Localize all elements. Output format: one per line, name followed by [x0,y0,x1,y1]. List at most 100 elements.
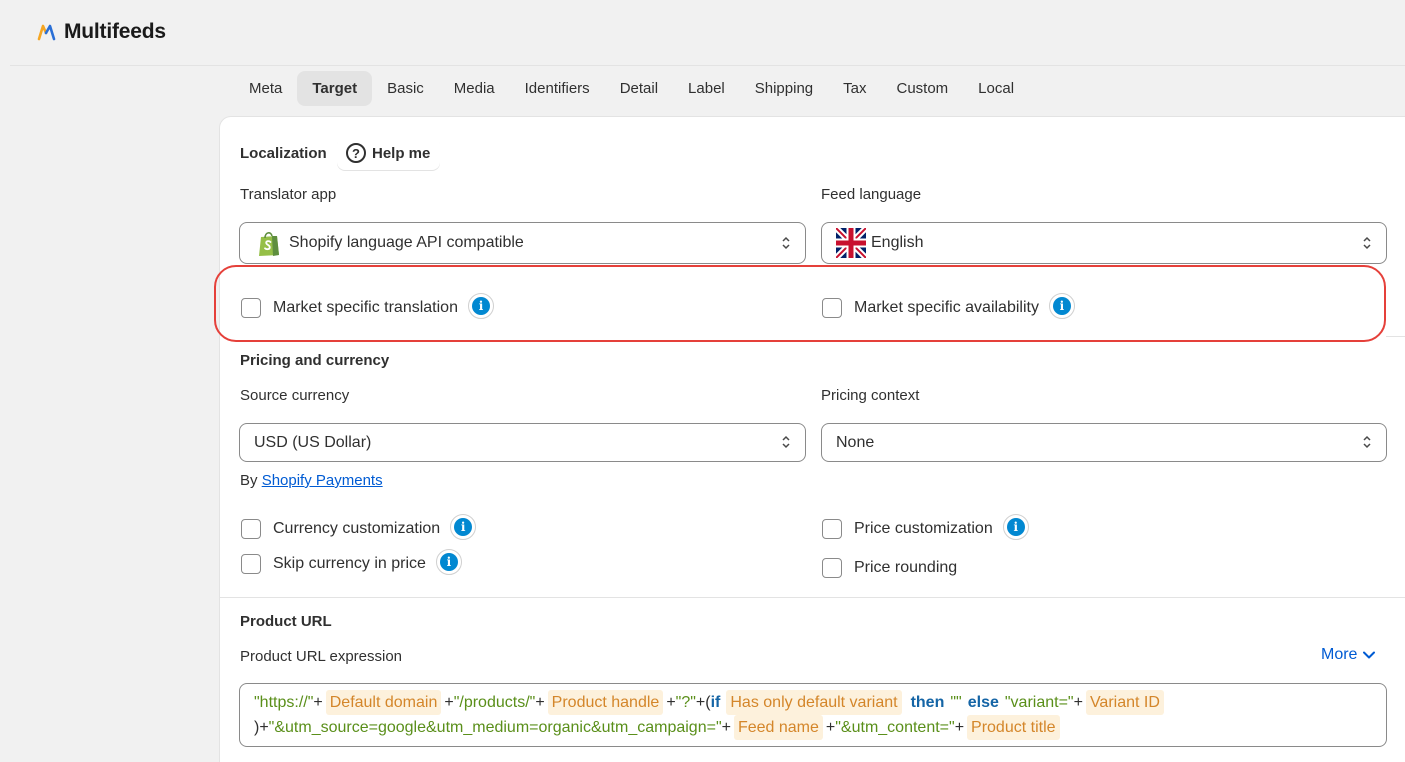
string-literal: "&utm_source=google&utm_medium=organic&u… [268,719,722,736]
pricing-context-value: None [836,433,875,451]
tab-detail[interactable]: Detail [605,71,673,106]
help-me-label: Help me [372,144,431,162]
plus-operator: + [1073,694,1083,711]
market-availability-checkbox[interactable] [822,298,842,318]
string-literal: "?" [675,694,696,711]
translator-app-value: Shopify language API compatible [289,234,524,251]
tab-custom[interactable]: Custom [881,71,963,106]
pricing-context-select[interactable]: None [821,423,1387,462]
more-button[interactable]: More [1321,646,1376,664]
currency-customization-row: Currency customization i [241,514,477,540]
source-currency-label: Source currency [240,387,350,404]
tab-identifiers[interactable]: Identifiers [510,71,605,106]
keyword-then: then [910,694,945,711]
skip-currency-checkbox[interactable] [241,554,261,574]
select-chevron-icon [782,435,790,449]
market-translation-label: Market specific translation [273,299,458,316]
more-label: More [1321,646,1358,663]
price-customization-checkbox[interactable] [822,519,842,539]
plus-operator: + [313,694,323,711]
feed-language-select[interactable]: English [821,222,1387,264]
chevron-down-icon [1363,651,1376,659]
plus-operator: + [666,694,676,711]
feed-language-label: Feed language [821,186,922,203]
plus-operator: + [825,719,836,736]
product-url-title: Product URL [240,613,332,630]
tab-basic[interactable]: Basic [372,71,439,106]
source-currency-select[interactable]: USD (US Dollar) [239,423,806,462]
paren-open: +( [695,694,711,711]
price-customization-label: Price customization [854,520,993,537]
uk-flag-icon [836,228,866,258]
token-product-handle[interactable]: Product handle [547,690,664,715]
payments-provider-text: By Shopify Payments [240,472,383,489]
pricing-context-label: Pricing context [821,387,920,404]
expression-line: )+ "&utm_source=google&utm_medium=organi… [254,715,1386,740]
price-rounding-label: Price rounding [854,559,958,576]
select-chevron-icon [1363,435,1371,449]
info-icon[interactable]: i [1048,293,1075,319]
market-availability-row: Market specific availability i [822,293,1075,319]
market-translation-row: Market specific translation i [241,293,494,319]
currency-customization-label: Currency customization [273,520,441,537]
info-icon[interactable]: i [450,514,477,540]
source-currency-value: USD (US Dollar) [254,433,372,451]
product-url-expression-editor[interactable]: "https://" + Default domain + "/products… [239,683,1387,747]
shopify-payments-link[interactable]: Shopify Payments [262,472,383,489]
info-icon[interactable]: i [1002,514,1029,540]
paren-close: )+ [254,719,269,736]
price-rounding-row: Price rounding [822,558,957,578]
string-literal: "&utm_content=" [835,719,955,736]
app-title: Multifeeds [64,20,166,43]
tab-local[interactable]: Local [963,71,1029,106]
price-customization-row: Price customization i [822,514,1029,540]
tab-tax[interactable]: Tax [828,71,881,106]
top-bar: Multifeeds [10,0,1405,66]
string-literal: "variant=" [1004,694,1074,711]
currency-customization-checkbox[interactable] [241,519,261,539]
info-icon[interactable]: i [467,293,494,319]
question-circle-icon: ? [346,143,366,163]
by-text: By [240,472,258,489]
token-feed-name[interactable]: Feed name [733,715,823,740]
token-has-only-default-variant[interactable]: Has only default variant [726,690,902,715]
translator-app-label: Translator app [240,186,337,203]
localization-title: Localization [240,145,327,162]
translator-app-select[interactable]: Shopify language API compatible [239,222,806,264]
tab-bar: Meta Target Basic Media Identifiers Deta… [234,71,1029,106]
divider [220,597,1405,598]
help-me-button[interactable]: ? Help me [337,136,441,170]
string-literal: "/products/" [453,694,536,711]
tab-shipping[interactable]: Shipping [740,71,828,106]
pricing-title: Pricing and currency [240,352,390,369]
token-default-domain[interactable]: Default domain [325,690,442,715]
select-chevron-icon [1363,236,1371,250]
keyword-if: if [710,694,721,711]
app-logo[interactable]: Multifeeds [37,20,166,44]
tab-media[interactable]: Media [439,71,510,106]
product-url-expression-label: Product URL expression [240,648,403,665]
market-translation-checkbox[interactable] [241,298,261,318]
market-availability-label: Market specific availability [854,299,1039,316]
keyword-else: else [967,694,999,711]
feed-language-value: English [871,234,924,251]
tab-label[interactable]: Label [673,71,740,106]
tab-target[interactable]: Target [297,71,373,106]
skip-currency-label: Skip currency in price [273,555,426,572]
skip-currency-row: Skip currency in price i [241,549,462,575]
shopify-bag-icon [259,232,279,256]
plus-operator: + [721,719,731,736]
plus-operator: + [954,719,965,736]
select-chevron-icon [782,236,790,250]
price-rounding-checkbox[interactable] [822,558,842,578]
string-literal: "https://" [254,694,314,711]
multifeeds-logo-icon [37,24,56,41]
token-variant-id[interactable]: Variant ID [1085,690,1164,715]
token-product-title[interactable]: Product title [967,715,1060,740]
expression-line: "https://" + Default domain + "/products… [254,690,1386,715]
info-icon[interactable]: i [435,549,462,575]
divider [1386,336,1405,337]
tab-meta[interactable]: Meta [234,71,297,106]
plus-operator: + [535,694,545,711]
string-literal: "" [950,694,962,711]
